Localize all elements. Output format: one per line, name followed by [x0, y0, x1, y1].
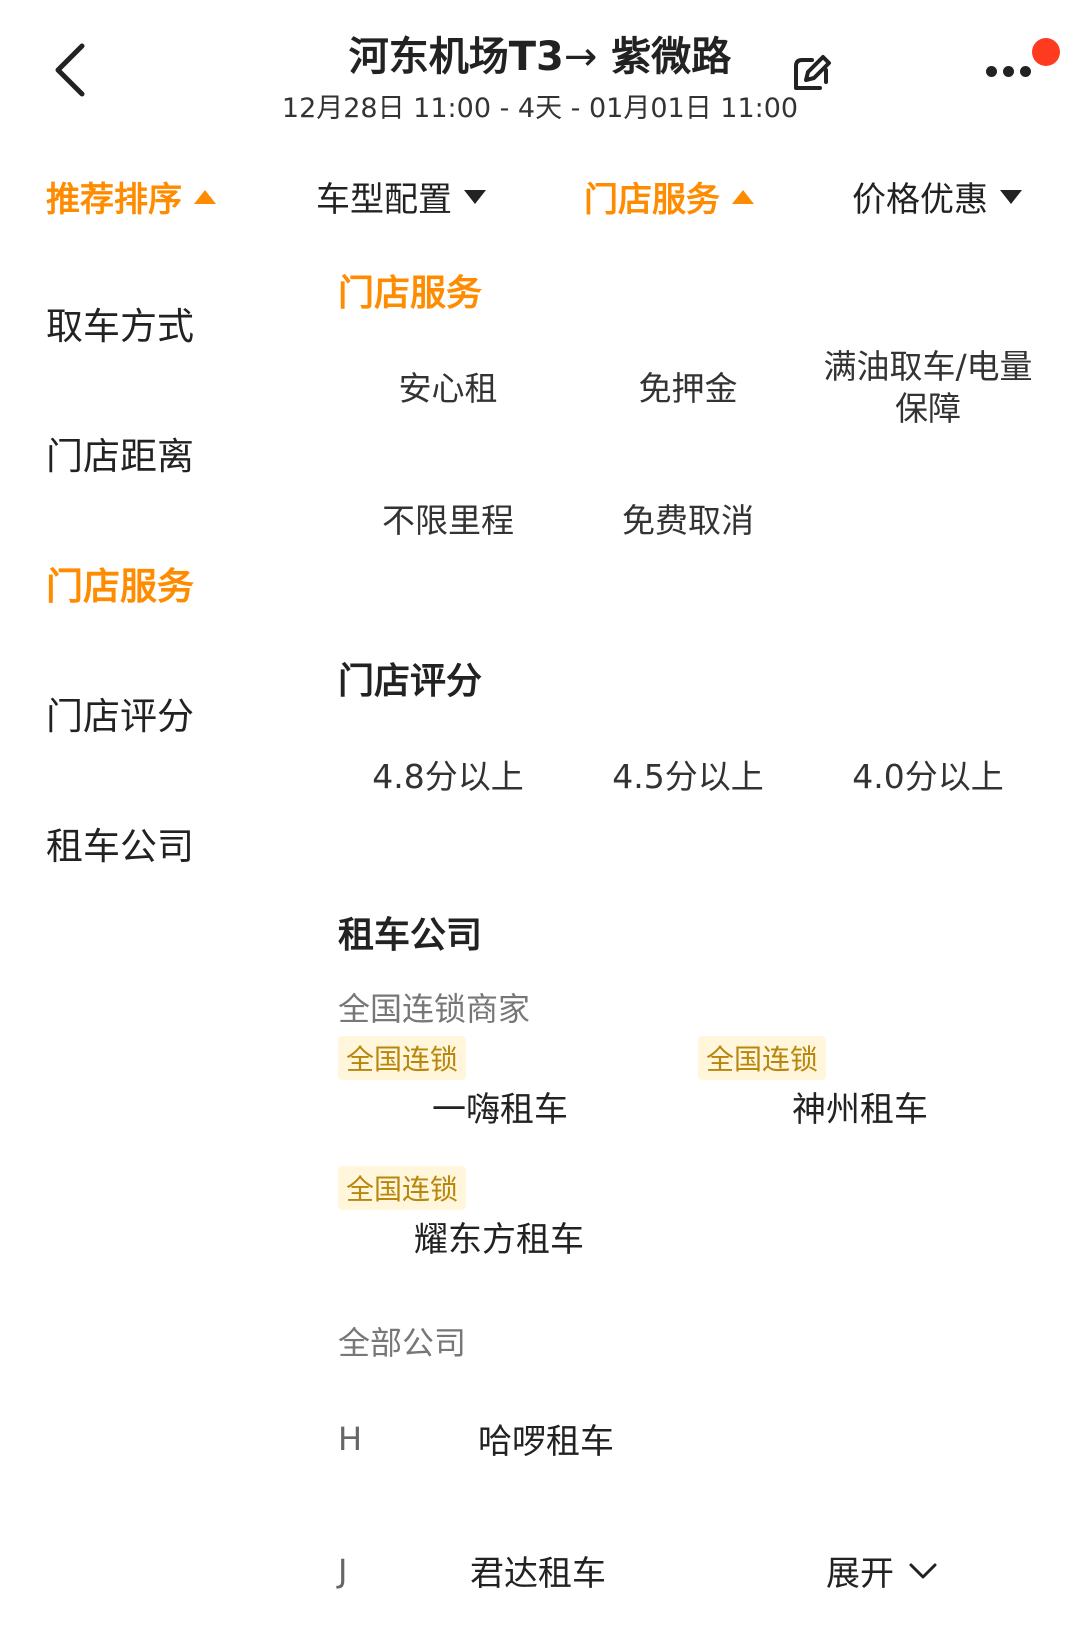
company-name[interactable]: 一嗨租车: [432, 1082, 568, 1131]
expand-button[interactable]: 展开: [826, 1546, 938, 1595]
menu-store-distance[interactable]: 门店距离: [46, 426, 194, 480]
nationwide-chain-badge: 全国连锁: [338, 1166, 467, 1210]
nationwide-chain-badge: 全国连锁: [338, 1036, 467, 1080]
chevron-down-icon: [909, 1563, 937, 1578]
company-name[interactable]: 神州租车: [792, 1082, 928, 1131]
section-title-rental-company: 租车公司: [338, 915, 483, 956]
page-title: 河东机场T3→ 紫微路: [0, 24, 1080, 82]
triangle-down-icon: [464, 189, 486, 204]
option-rating-4-5[interactable]: 4.5分以上: [568, 756, 808, 798]
route-from: 河东机场T3: [348, 34, 564, 80]
company-name[interactable]: 君达租车: [470, 1546, 606, 1595]
menu-store-service[interactable]: 门店服务: [46, 556, 194, 610]
menu-pickup-method[interactable]: 取车方式: [46, 296, 194, 350]
tab-label: 车型配置: [316, 180, 452, 220]
option-no-deposit[interactable]: 免押金: [568, 368, 808, 410]
tab-label: 价格优惠: [852, 180, 988, 220]
more-icon[interactable]: [986, 62, 1042, 78]
tab-label: 推荐排序: [46, 180, 182, 220]
notification-dot: [1032, 38, 1060, 66]
tab-label: 门店服务: [584, 180, 720, 220]
chain-merchants-heading: 全国连锁商家: [338, 990, 531, 1028]
menu-store-rating[interactable]: 门店评分: [46, 686, 194, 740]
triangle-up-icon: [732, 189, 754, 204]
company-name[interactable]: 耀东方租车: [414, 1212, 584, 1261]
company-item[interactable]: 全国连锁: [698, 1036, 827, 1080]
company-name[interactable]: 哈啰租车: [478, 1414, 614, 1463]
trip-dates: 12月28日 11:00 - 4天 - 01月01日 11:00: [281, 93, 799, 124]
company-item[interactable]: 全国连锁: [338, 1166, 467, 1210]
index-letter: H: [338, 1420, 363, 1458]
section-title-store-rating: 门店评分: [338, 661, 483, 702]
route-to: 紫微路: [611, 34, 732, 80]
menu-rental-company[interactable]: 租车公司: [46, 816, 194, 870]
triangle-down-icon: [1000, 189, 1022, 204]
option-full-fuel[interactable]: 满油取车/电量保障: [808, 346, 1048, 430]
tab-store-service[interactable]: 门店服务: [584, 172, 754, 221]
expand-label: 展开: [826, 1554, 894, 1594]
edit-icon[interactable]: [790, 52, 832, 94]
route-arrow: →: [563, 34, 598, 80]
option-rating-4-0[interactable]: 4.0分以上: [808, 756, 1048, 798]
option-rating-4-8[interactable]: 4.8分以上: [328, 756, 568, 798]
company-item[interactable]: 全国连锁: [338, 1036, 467, 1080]
triangle-up-icon: [194, 189, 216, 204]
all-companies-heading: 全部公司: [338, 1324, 467, 1362]
index-letter: J: [338, 1552, 348, 1590]
option-worry-free-rent[interactable]: 安心租: [328, 368, 568, 410]
tab-recommend-sort[interactable]: 推荐排序: [46, 172, 216, 221]
nationwide-chain-badge: 全国连锁: [698, 1036, 827, 1080]
option-free-cancel[interactable]: 免费取消: [568, 500, 808, 542]
option-unlimited-mileage[interactable]: 不限里程: [328, 500, 568, 542]
tab-car-config[interactable]: 车型配置: [316, 172, 486, 221]
tab-price-discount[interactable]: 价格优惠: [852, 172, 1022, 221]
section-title-store-service: 门店服务: [338, 273, 483, 314]
